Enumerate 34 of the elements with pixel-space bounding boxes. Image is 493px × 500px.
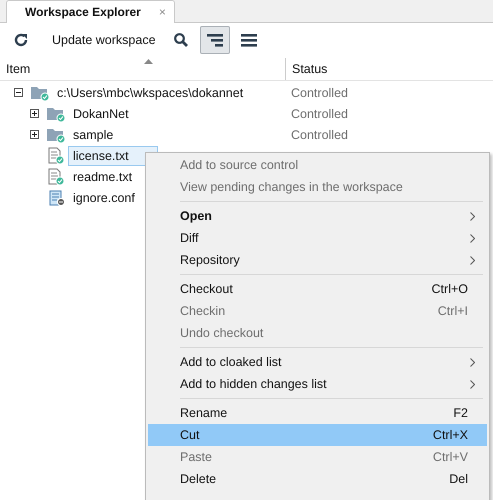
- tree-item[interactable]: ignore.conf: [68, 188, 140, 208]
- menu-item[interactable]: Rename F2: [148, 402, 487, 424]
- menu-item[interactable]: Delete Del: [148, 468, 487, 490]
- menu-item[interactable]: Diff: [148, 227, 487, 249]
- status-cell-text: Controlled: [290, 128, 348, 142]
- search-icon: [172, 32, 189, 48]
- menu-item[interactable]: Add to hidden changes list: [148, 373, 487, 395]
- tree-item[interactable]: readme.txt: [68, 166, 138, 186]
- tree-item[interactable]: sample: [68, 124, 118, 144]
- sort-arrow-icon: [144, 59, 153, 64]
- filter-button[interactable]: [200, 26, 230, 54]
- status-cell-text: Controlled: [290, 106, 348, 120]
- menu-icon: [240, 32, 258, 48]
- menu-item[interactable]: Checkout Ctrl+O: [148, 278, 487, 300]
- document-icon: [46, 168, 66, 186]
- column-header[interactable]: Status: [286, 58, 328, 80]
- tree-item[interactable]: c:\Users\mbc\wkspaces\dokannet: [52, 82, 248, 102]
- expander-icon[interactable]: [14, 88, 24, 97]
- tree-item[interactable]: license.txt: [68, 146, 158, 166]
- menu-item[interactable]: Cut Ctrl+X: [148, 424, 487, 446]
- refresh-icon: [13, 32, 29, 48]
- menu-item[interactable]: Add to cloaked list: [148, 351, 487, 373]
- menu-item[interactable]: Repository: [148, 249, 487, 271]
- filter-icon: [206, 32, 224, 48]
- close-icon[interactable]: ×: [158, 5, 166, 19]
- status-cell-text: Controlled: [290, 86, 348, 100]
- column-header[interactable]: Item: [0, 58, 286, 80]
- panel-tab[interactable]: Workspace Explorer ×: [6, 0, 175, 23]
- expander-icon[interactable]: [30, 109, 40, 118]
- document-icon: [46, 146, 66, 164]
- tree-item[interactable]: DokanNet: [68, 104, 134, 124]
- expander-icon[interactable]: [30, 130, 40, 139]
- menu-item[interactable]: Open: [148, 205, 487, 227]
- toolbar-label[interactable]: Update workspace: [40, 33, 162, 47]
